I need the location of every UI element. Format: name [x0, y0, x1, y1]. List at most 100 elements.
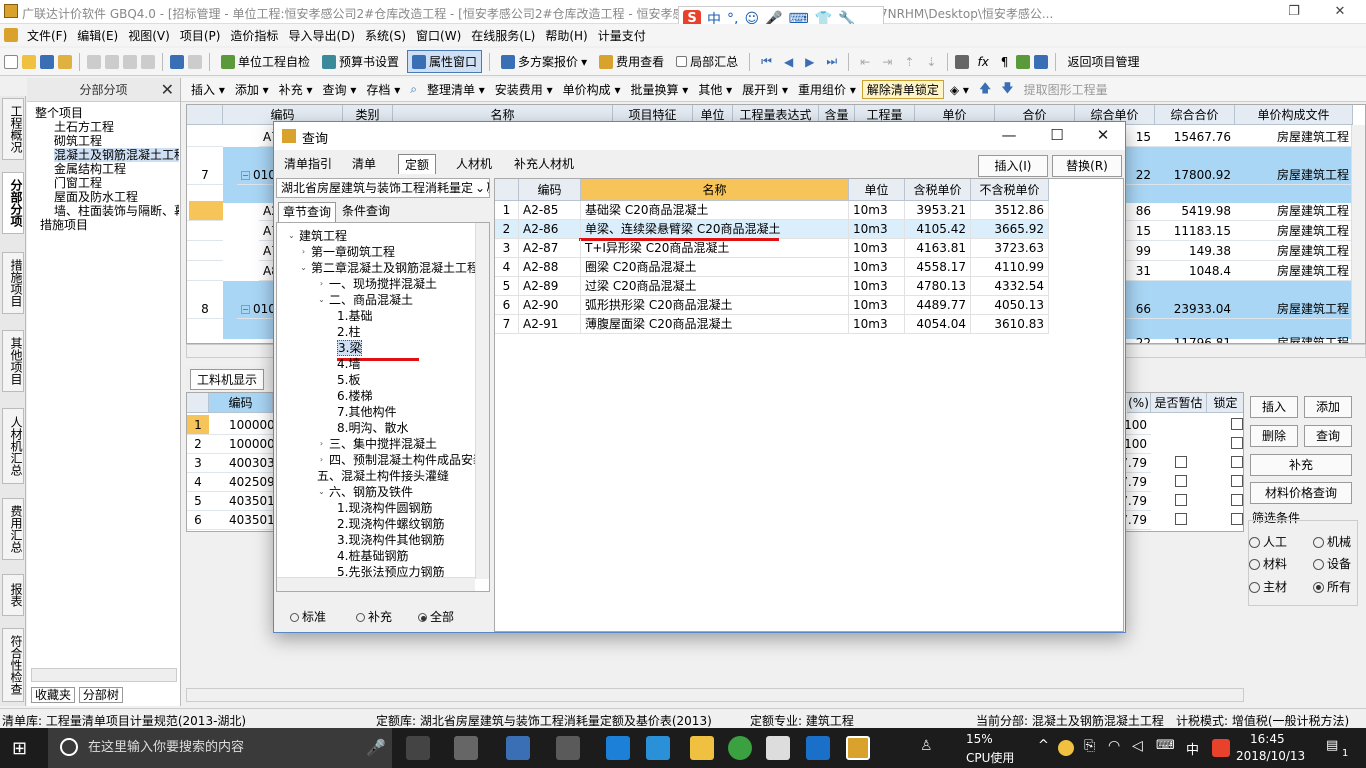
tab-list-guide[interactable]: 清单指引 [278, 154, 338, 174]
row-code[interactable]: 1000000 [209, 434, 273, 454]
nav-item-masonry[interactable]: 砌筑工程 [54, 134, 102, 148]
row-file[interactable]: 房屋建筑工程 [1235, 299, 1353, 319]
menu-window[interactable]: 窗口(W) [411, 27, 466, 44]
quota-cell-tax-price[interactable]: 4780.13 [905, 277, 971, 296]
menu-payment[interactable]: 计量支付 [593, 27, 651, 44]
quota-cell-name[interactable]: 基础梁 C20商品混凝土 [581, 201, 849, 220]
sogou-tray-icon[interactable] [1212, 739, 1230, 757]
tree-node[interactable]: ⌄ 二、商品混凝土 [317, 293, 413, 307]
tab-quota[interactable]: 定额 [398, 154, 437, 174]
tree-node[interactable]: 5.板 [337, 373, 360, 387]
quota-cell-unit[interactable]: 10m3 [849, 296, 905, 315]
quota-cell-unit[interactable]: 10m3 [849, 258, 905, 277]
fee-view-button[interactable]: 费用查看 [595, 51, 668, 72]
row-code[interactable]: 4035011 [209, 510, 273, 530]
supplement-menu[interactable]: 补充 ▾ [275, 81, 317, 98]
quota-cell-name[interactable]: 单梁、连续梁悬臂梁 C20商品混凝土 [581, 220, 849, 239]
archive-menu[interactable]: 存档 ▾ [362, 81, 404, 98]
query-button[interactable]: 查询 [1304, 425, 1352, 447]
binoculars-icon[interactable]: ⌕ [406, 82, 421, 97]
quota-cell-tax-price[interactable]: 4054.04 [905, 315, 971, 334]
paint-icon[interactable]: ◈ ▾ [946, 83, 973, 97]
quota-cell-notax-price[interactable]: 3610.83 [971, 315, 1049, 334]
grid-header-file[interactable]: 单价构成文件 [1235, 105, 1353, 125]
quota-library-select[interactable]: 湖北省房屋建筑与装饰工程消耗量定额及基价表(2013) ⌄ [276, 178, 490, 198]
keyboard-icon[interactable]: ⌨ [1156, 738, 1175, 753]
tree-node[interactable]: 7.其他构件 [337, 405, 396, 419]
locked-checkbox[interactable] [1231, 494, 1243, 506]
move-left-icon[interactable]: ⇤ [856, 53, 874, 71]
unit-check-button[interactable]: 单位工程自检 [217, 51, 314, 72]
volume-icon[interactable]: ◁ [1132, 738, 1143, 754]
grid-header-code[interactable]: 编码 [209, 393, 273, 413]
row-code[interactable]: 4035010 [209, 491, 273, 511]
arrow-up-icon[interactable]: 🡅 [975, 79, 995, 100]
clock-time[interactable]: 16:45 [1250, 732, 1285, 746]
quota-cell-unit[interactable]: 10m3 [849, 239, 905, 258]
nav-item-doors-windows[interactable]: 门窗工程 [54, 176, 102, 190]
redo-icon[interactable] [188, 54, 202, 69]
filter-material-radio[interactable]: 材料 [1249, 555, 1287, 572]
row-code[interactable]: 4003035 [209, 453, 273, 473]
unit-price-menu[interactable]: 单价构成 ▾ [559, 81, 625, 98]
folder-icon[interactable] [58, 54, 72, 69]
quota-cell-notax-price[interactable]: 4050.13 [971, 296, 1049, 315]
quota-cell-tax-price[interactable]: 4558.17 [905, 258, 971, 277]
file-explorer-icon[interactable] [690, 736, 714, 760]
quota-cell-unit[interactable]: 10m3 [849, 277, 905, 296]
calculator-icon[interactable] [955, 54, 970, 69]
taskbar-search[interactable]: 在这里输入你要搜索的内容 [48, 728, 392, 768]
tab-labor-material-summary[interactable]: 人材机汇总 [2, 408, 24, 484]
add-button[interactable]: 添加 [1304, 396, 1352, 418]
row-file[interactable]: 房屋建筑工程 [1235, 221, 1353, 241]
gbq-active-icon[interactable] [846, 736, 870, 760]
property-window-button[interactable]: 属性窗口 [407, 50, 483, 73]
row-file[interactable]: 房屋建筑工程 [1235, 241, 1353, 261]
grid-header-comp-total[interactable]: 综合合价 [1155, 105, 1235, 125]
tree-node[interactable]: ⌄ 六、钢筋及铁件 [317, 485, 413, 499]
collapse-icon[interactable]: − [241, 171, 250, 180]
nav-item-concrete[interactable]: 混凝土及钢筋混凝土工程 [54, 148, 179, 162]
table-header-name[interactable]: 名称 [581, 179, 849, 201]
tab-labor-material-display[interactable]: 工料机显示 [190, 369, 265, 390]
tab-measures[interactable]: 措施项目 [2, 252, 24, 314]
quota-cell-tax-price[interactable]: 4489.77 [905, 296, 971, 315]
table-header-code[interactable]: 编码 [519, 179, 581, 201]
tree-hscrollbar[interactable] [277, 577, 475, 591]
filter-standard-radio[interactable]: 标准 [290, 608, 326, 625]
quota-cell-code[interactable]: A2-85 [519, 201, 581, 220]
tree-node[interactable]: 1.基础 [337, 309, 372, 323]
last-record-icon[interactable]: ⏭ [822, 52, 841, 71]
filter-all-quota-radio[interactable]: 全部 [418, 608, 454, 625]
row-file[interactable]: 房屋建筑工程 [1235, 127, 1353, 147]
arrow-down-icon[interactable]: 🡇 [997, 79, 1017, 100]
multi-plan-button[interactable]: 多方案报价 ▾ [497, 51, 591, 72]
quota-cell-tax-price[interactable]: 3953.21 [905, 201, 971, 220]
tray-chevron-icon[interactable]: ^ [1038, 738, 1049, 753]
minimize-icon[interactable]: — [994, 126, 1024, 144]
mic-icon[interactable]: 🎤 [366, 738, 386, 757]
row-file[interactable]: 房屋建筑工程 [1235, 333, 1353, 343]
clock-date[interactable]: 2018/10/13 [1236, 749, 1305, 763]
return-project-button[interactable]: 返回项目管理 [1063, 51, 1143, 72]
row-code[interactable]: 1000000 [209, 415, 273, 435]
expand-icon[interactable]: › [317, 456, 326, 465]
extract-quantity-button[interactable]: 提取图形工程量 [1020, 81, 1112, 98]
tray-app-icon[interactable] [1058, 740, 1074, 756]
tree-node[interactable]: 2.柱 [337, 325, 360, 339]
install-fee-menu[interactable]: 安装费用 ▾ [491, 81, 557, 98]
tree-node[interactable]: 2.现浇构件螺纹钢筋 [337, 517, 444, 531]
move-right-icon[interactable]: ⇥ [878, 53, 896, 71]
wifi-icon[interactable]: ◠ [1108, 738, 1120, 754]
nav-item-metal-structure[interactable]: 金属结构工程 [54, 162, 126, 176]
menu-system[interactable]: 系统(S) [360, 27, 411, 44]
provisional-checkbox[interactable] [1175, 475, 1187, 487]
cut-icon[interactable] [87, 54, 101, 69]
reuse-pricing-menu[interactable]: 重用组价 ▾ [794, 81, 860, 98]
menu-help[interactable]: 帮助(H) [540, 27, 592, 44]
expand-icon[interactable]: › [317, 440, 326, 449]
collapse-icon[interactable]: − [241, 305, 250, 314]
menu-import-export[interactable]: 导入导出(D) [283, 27, 360, 44]
open-icon[interactable] [22, 54, 36, 69]
table-header-notax-price[interactable]: 不含税单价 [971, 179, 1049, 201]
